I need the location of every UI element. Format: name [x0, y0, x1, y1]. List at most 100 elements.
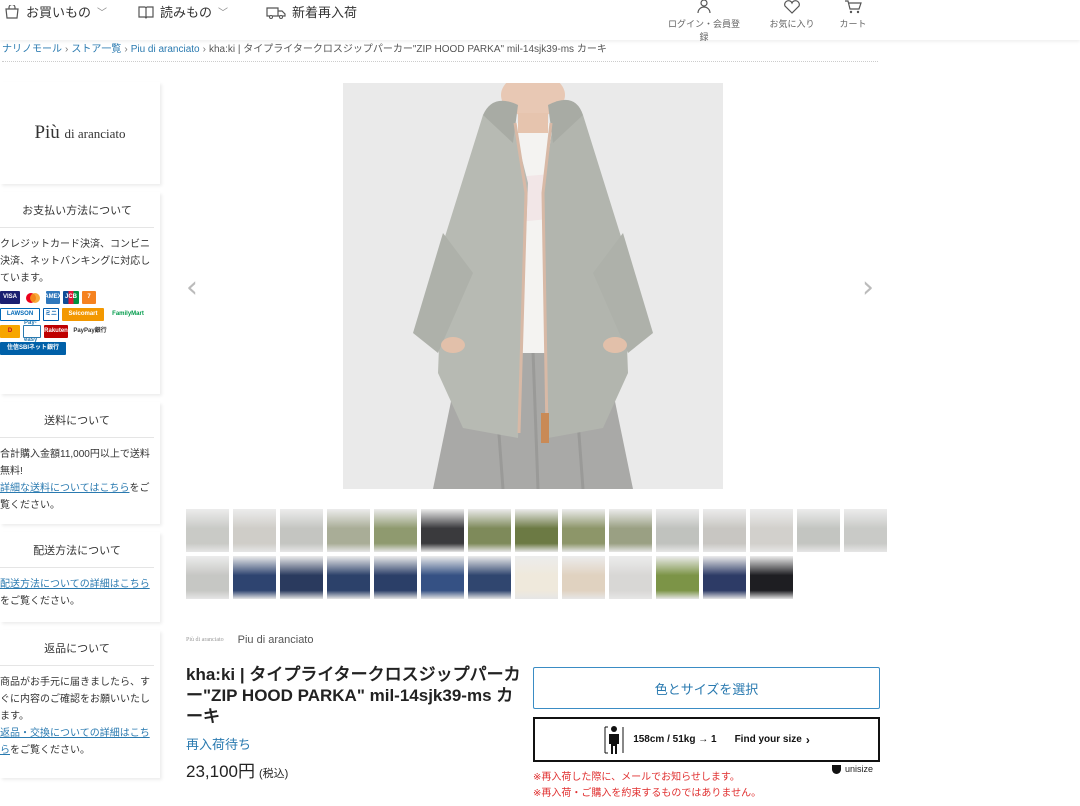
price-tax-note: (税込) [259, 768, 289, 780]
shipping-section: 送料について 合計購入金額11,000円以上で送料無料! 詳細な送料についてはこ… [0, 402, 160, 524]
product-thumbnail[interactable] [186, 556, 229, 599]
nav-reading[interactable]: 読みもの ﹀ [138, 2, 228, 21]
delivery-text: 配送方法についての詳細はこちらをご覧ください。 [0, 568, 160, 618]
truck-icon [266, 6, 286, 19]
delivery-text-2: をご覧ください。 [0, 596, 80, 607]
sidebar: Più di aranciato お支払い方法について クレジットカード決済、コ… [0, 82, 160, 786]
mastercard-logo [23, 291, 43, 304]
product-thumbnail[interactable] [750, 509, 793, 552]
chevron-right-icon[interactable]: › [862, 270, 874, 305]
shipping-details-link[interactable]: 詳細な送料についてはこちら [0, 483, 130, 494]
shipping-text-1: 合計購入金額11,000円以上で送料無料! [0, 449, 150, 477]
returns-title: 返品について [0, 630, 154, 666]
person-icon [604, 725, 624, 754]
unisize-icon [832, 764, 841, 774]
breadcrumb-link[interactable]: Piu di aranciato [131, 44, 200, 55]
restock-notice: ※再入荷した際に、メールでお知らせします。 ※再入荷・ご購入を約束するものではあ… [533, 770, 761, 802]
product-thumbnail[interactable] [186, 509, 229, 552]
product-thumbnail[interactable] [609, 556, 652, 599]
shop-logo[interactable]: Più di aranciato [0, 82, 160, 184]
logo-sub: di aranciato [64, 126, 126, 141]
seven-eleven-logo: 7 [82, 291, 96, 304]
product-thumbnail[interactable] [797, 509, 840, 552]
chevron-down-icon: ﹀ [97, 8, 108, 19]
breadcrumb: ナリノモール › ストア一覧 › Piu di aranciato › kha:ki | タ… [2, 40, 878, 62]
product-thumbnail[interactable] [233, 509, 276, 552]
select-color-size-button[interactable]: 色とサイズを選択 [533, 667, 880, 709]
sbi-bank-logo: 住信SBIネット銀行 [0, 342, 66, 355]
product-thumbnail[interactable] [609, 509, 652, 552]
product-thumbnail[interactable] [844, 509, 887, 552]
product-thumbnail[interactable] [515, 509, 558, 552]
rakuten-logo: Rakuten [44, 325, 68, 338]
cart-link[interactable]: カート [836, 0, 870, 30]
find-your-size-button[interactable]: 158cm / 51kg → 1 Find your size › [533, 717, 880, 762]
thumbnail-row [186, 509, 887, 552]
login-label: ログイン・会員登録 [667, 19, 740, 42]
product-thumbnail[interactable] [468, 556, 511, 599]
product-thumbnail[interactable] [468, 509, 511, 552]
ministop-logo: ミニ [43, 308, 59, 321]
breadcrumb-current: kha:ki | タイプライタークロスジップパーカー"ZIP HOOD PARK… [208, 44, 607, 55]
returns-text: 商品がお手元に届きましたら、すぐに内容のご確認をお願いいたします。 返品・交換に… [0, 666, 160, 767]
visa-logo: VISA [0, 291, 20, 304]
login-link[interactable]: ログイン・会員登録 [664, 0, 744, 43]
product-thumbnail[interactable] [374, 556, 417, 599]
nav-reading-label: 読みもの [160, 5, 213, 20]
restock-status: 再入荷待ち [186, 737, 252, 752]
product-thumbnail[interactable] [750, 556, 793, 599]
product-thumbnail[interactable] [703, 556, 746, 599]
product-thumbnail[interactable] [327, 509, 370, 552]
payment-text: クレジットカード決済、コンビニ決済、ネットバンキングに対応しています。 VISA… [0, 228, 160, 367]
breadcrumb-link[interactable]: ナリノモール [2, 44, 62, 55]
delivery-details-link[interactable]: 配送方法についての詳細はこちら [0, 579, 150, 590]
product-thumbnail[interactable] [421, 556, 464, 599]
product-thumbnail[interactable] [562, 556, 605, 599]
chevron-down-icon: ﹀ [218, 8, 229, 19]
logo-main: Più [34, 122, 60, 143]
product-thumbnail[interactable] [327, 556, 370, 599]
shopping-bag-icon [5, 4, 19, 19]
delivery-title: 配送方法について [0, 532, 154, 568]
brand-name: Piu di aranciato [237, 634, 314, 646]
price-value: 23,100円 [186, 762, 255, 781]
product-price: 23,100円 (税込) [186, 757, 288, 782]
bank-logo: D [0, 325, 20, 338]
product-thumbnail[interactable] [515, 556, 558, 599]
favorites-link[interactable]: お気に入り [768, 0, 816, 30]
unisize-label: unisize [845, 764, 874, 774]
book-icon [138, 5, 154, 19]
product-thumbnail[interactable] [421, 509, 464, 552]
product-thumbnail[interactable] [656, 556, 699, 599]
product-main-image[interactable] [343, 83, 723, 489]
product-photo [343, 83, 723, 489]
payeasy-logo: Pay-easy [23, 320, 41, 343]
brand-line[interactable]: Più di aranciato Piu di aranciato [186, 634, 313, 646]
nav-shopping-label: お買いもの [26, 5, 92, 20]
shipping-text: 合計購入金額11,000円以上で送料無料! 詳細な送料についてはこちらをご覧くだ… [0, 438, 160, 522]
paypay-logo: PayPay銀行 [71, 325, 109, 338]
product-thumbnail[interactable] [280, 556, 323, 599]
delivery-section: 配送方法について 配送方法についての詳細はこちらをご覧ください。 [0, 532, 160, 622]
product-thumbnail[interactable] [374, 509, 417, 552]
returns-section: 返品について 商品がお手元に届きましたら、すぐに内容のご確認をお願いいたします。… [0, 630, 160, 778]
chevron-left-icon[interactable]: ‹ [186, 270, 198, 305]
amex-logo: AMEX [44, 291, 62, 304]
unisize-logo: unisize [832, 764, 873, 774]
site-header: お買いもの ﹀ 読みもの ﹀ 新着再入荷 ログイン・会員登録 お気に入り カート [0, 0, 1080, 43]
product-thumbnail[interactable] [656, 509, 699, 552]
nav-shopping[interactable]: お買いもの ﹀ [4, 2, 107, 21]
brand-mini-logo: Più di aranciato [186, 637, 224, 643]
nav-new-arrivals[interactable]: 新着再入荷 [266, 2, 357, 21]
product-thumbnail[interactable] [562, 509, 605, 552]
product-thumbnail[interactable] [703, 509, 746, 552]
product-thumbnail[interactable] [233, 556, 276, 599]
notice-line-2: ※再入荷・ご購入を約束するものではありません。 [533, 788, 762, 799]
notice-line-1: ※再入荷した際に、メールでお知らせします。 [533, 772, 740, 783]
payment-description: クレジットカード決済、コンビニ決済、ネットバンキングに対応しています。 [0, 239, 151, 284]
seicomart-logo: Seicomart [62, 308, 104, 321]
product-thumbnail[interactable] [280, 509, 323, 552]
breadcrumb-link[interactable]: ストア一覧 [71, 44, 121, 55]
returns-text-2: をご覧ください。 [10, 745, 90, 756]
cart-label: カート [839, 19, 867, 29]
